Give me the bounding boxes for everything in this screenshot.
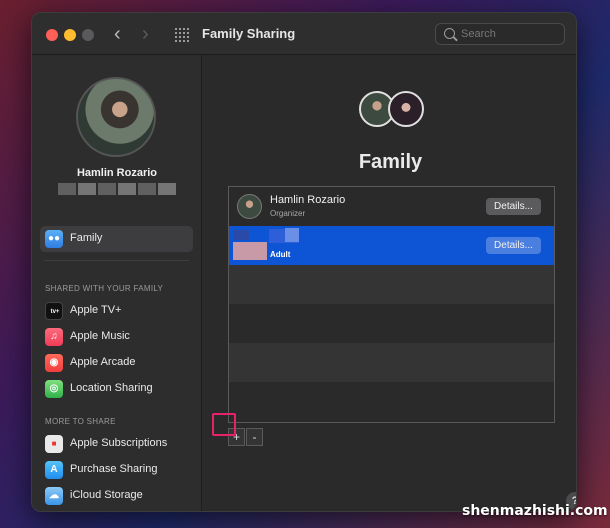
sidebar-item-purchase-sharing[interactable]: A Purchase Sharing <box>40 457 193 481</box>
watermark: shenmazhishi.com <box>462 503 608 519</box>
family-icon: ●● <box>45 230 63 248</box>
sidebar-item-label: iCloud Storage <box>70 489 143 501</box>
zoom-window-button[interactable] <box>82 29 94 41</box>
details-button[interactable]: Details... <box>486 198 541 215</box>
app-store-icon: A <box>45 461 63 479</box>
subscriptions-icon: ■ <box>45 435 63 453</box>
profile-email-redacted <box>58 183 176 195</box>
minimize-window-button[interactable] <box>64 29 76 41</box>
remove-member-button[interactable]: - <box>246 428 263 446</box>
redacted-avatar <box>233 242 267 260</box>
sidebar-item-label: Apple TV+ <box>70 304 122 316</box>
sidebar-item-label: Location Sharing <box>70 382 153 394</box>
sidebar-item-label: Apple Arcade <box>70 356 136 368</box>
section-header-shared: SHARED WITH YOUR FAMILY <box>45 284 164 293</box>
details-button[interactable]: Details... <box>486 237 541 254</box>
window-title: Family Sharing <box>202 26 296 41</box>
sidebar-item-family[interactable]: ●● Family <box>40 226 193 252</box>
sidebar-item-apple-music[interactable]: ♫ Apple Music <box>40 324 193 348</box>
main-pane: Family Hamlin Rozario Organizer Details.… <box>203 55 576 511</box>
sidebar: Hamlin Rozario ●● Family SHARED WITH YOU… <box>32 55 202 511</box>
sidebar-item-apple-arcade[interactable]: ◉ Apple Arcade <box>40 350 193 374</box>
back-button[interactable]: ‹ <box>114 23 121 45</box>
sidebar-item-apple-subscriptions[interactable]: ■ Apple Subscriptions <box>40 431 193 455</box>
apple-tv-icon: tv+ <box>45 302 63 320</box>
page-title: Family <box>358 151 423 173</box>
member-role: Organizer <box>270 209 306 218</box>
sidebar-item-label: Apple Subscriptions <box>70 437 168 449</box>
forward-button[interactable]: › <box>142 23 149 45</box>
member-avatar <box>237 194 262 219</box>
profile-name: Hamlin Rozario <box>76 167 158 179</box>
sidebar-item-label: Purchase Sharing <box>70 463 158 475</box>
search-placeholder: Search <box>461 28 496 40</box>
remove-button-highlight <box>212 413 236 436</box>
location-icon: ◎ <box>45 380 63 398</box>
family-avatar <box>388 91 424 127</box>
family-members-list[interactable]: Hamlin Rozario Organizer Details... Adul… <box>228 186 555 423</box>
list-item[interactable]: Hamlin Rozario Organizer Details... <box>229 187 554 226</box>
close-window-button[interactable] <box>46 29 58 41</box>
icloud-icon: ☁ <box>45 487 63 505</box>
music-note-icon: ♫ <box>45 328 63 346</box>
show-all-grid-icon[interactable] <box>175 28 189 42</box>
sidebar-item-location-sharing[interactable]: ◎ Location Sharing <box>40 376 193 400</box>
sidebar-item-label: Family <box>70 232 103 244</box>
system-preferences-window: ‹ › Family Sharing Search Hamlin Rozario… <box>31 12 577 512</box>
empty-row <box>229 265 554 304</box>
member-role: Adult <box>270 250 291 259</box>
profile-avatar[interactable] <box>76 77 156 157</box>
sidebar-item-icloud-storage[interactable]: ☁ iCloud Storage <box>40 483 193 507</box>
section-header-more: MORE TO SHARE <box>45 417 116 426</box>
redacted-avatar <box>233 230 249 240</box>
title-bar: ‹ › Family Sharing Search <box>32 13 576 55</box>
search-icon <box>444 28 455 39</box>
empty-row <box>229 343 554 382</box>
search-field[interactable]: Search <box>435 23 565 45</box>
member-name: Hamlin Rozario <box>270 194 346 206</box>
sidebar-item-label: Apple Music <box>70 330 130 342</box>
empty-row <box>229 304 554 343</box>
arcade-joystick-icon: ◉ <box>45 354 63 372</box>
empty-row <box>229 382 554 421</box>
sidebar-item-apple-tv[interactable]: tv+ Apple TV+ <box>40 298 193 322</box>
list-item[interactable]: Adult Details... <box>229 226 554 265</box>
redacted-name <box>285 228 299 242</box>
sidebar-divider <box>44 260 189 261</box>
